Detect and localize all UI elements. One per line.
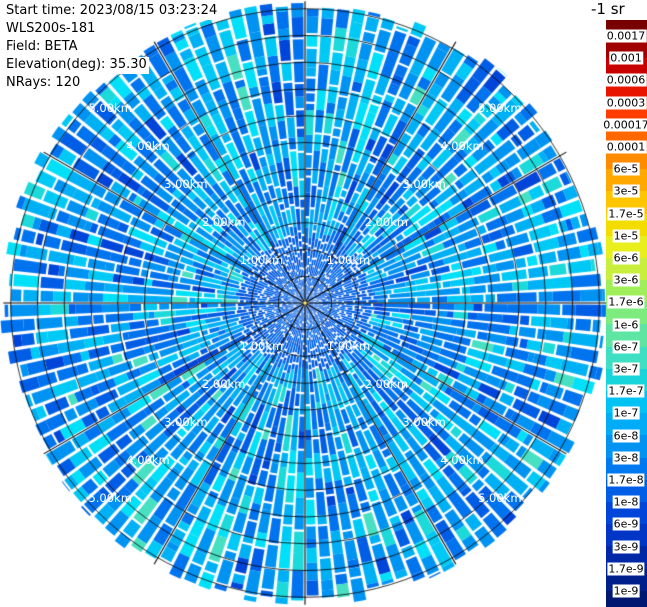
colorbar-tick-label: 3e-7 [612,362,640,376]
colorbar-tick-label: 1.7e-5 [607,207,645,221]
colorbar-tick-label: 6e-7 [612,340,640,354]
colorbar-tick-label: 1e-7 [612,406,640,420]
colorbar-tick-label: 0.0017 [605,29,647,43]
scan-info-header: Start time: 2023/08/15 03:23:24 WLS200s-… [5,3,220,93]
instrument-name: WLS200s-181 [5,21,98,38]
range-ring-label: 4.00km [440,452,484,467]
colorbar-tick-label: 3e-8 [612,451,640,465]
range-ring-label: 1.00km [239,339,284,354]
colorbar-tick-label: 1e-9 [612,584,640,598]
colorbar-units-label: -1 sr [591,0,625,18]
colorbar-tick-label: 0.0003 [605,96,647,110]
colorbar-tick-label: 1e-6 [612,318,640,332]
range-ring-label: 5.00km [478,101,522,116]
range-ring-label: 5.00km [88,101,132,116]
range-ring-label: 5.00km [478,490,522,505]
range-ring-label: 4.00km [440,139,484,154]
colorbar-tick-label: 0.00017 [602,118,647,132]
colorbar-tick-label: 1e-8 [612,495,640,509]
range-ring-label: 4.00km [126,139,170,154]
colorbar-tick-label: 3e-5 [612,184,640,198]
field-name: Field: BETA [5,39,80,56]
colorbar-tick-label: 3e-6 [612,273,640,287]
colorbar-tick-label: 0.0006 [605,73,647,87]
colorbar-tick-label: 1.7e-8 [607,473,645,487]
colorbar-tick-label: 1.7e-6 [607,295,645,309]
range-ring-label: 4.00km [126,452,170,467]
elevation-info: Elevation(deg): 35.30 [5,57,149,74]
range-ring-label: 2.00km [201,214,246,229]
colorbar-tick-label: 0.001 [609,51,643,65]
range-ring-label: 2.00km [364,214,409,229]
colorbar-tick-label: 1.7e-9 [607,562,645,576]
colorbar-tick-label: 1.7e-7 [607,384,645,398]
range-ring-label: 3.00km [164,415,208,430]
colorbar-tick-label: 3e-9 [612,540,640,554]
range-ring-label: 3.00km [402,176,446,191]
colorbar-tick-label: 6e-5 [612,162,640,176]
range-ring-label: 1.00km [239,252,284,267]
lidar-ppi-figure: { "header": { "lines": [ "Start time: 20… [0,0,647,607]
colorbar-tick-label: 6e-6 [612,251,640,265]
range-ring-label: 2.00km [364,377,409,392]
range-ring-label: 1.00km [326,339,371,354]
nrays-info: NRays: 120 [5,75,83,92]
colorbar-tick-label: 6e-8 [612,429,640,443]
colorbar-tick-label: 6e-9 [612,517,640,531]
range-ring-label: 3.00km [164,176,208,191]
range-ring-label: 2.00km [201,377,246,392]
colorbar-tick-label: 0.0001 [605,140,647,154]
colorbar: 0.0017 0.001 0.0006 0.0003 0.00017 0.0001 6e-5… [602,20,647,607]
range-ring-label: 5.00km [88,490,132,505]
colorbar-tick-label: 1e-5 [612,229,640,243]
scan-start-time: Start time: 2023/08/15 03:23:24 [5,3,220,20]
range-ring-label: 1.00km [326,252,371,267]
range-ring-label: 3.00km [402,415,446,430]
